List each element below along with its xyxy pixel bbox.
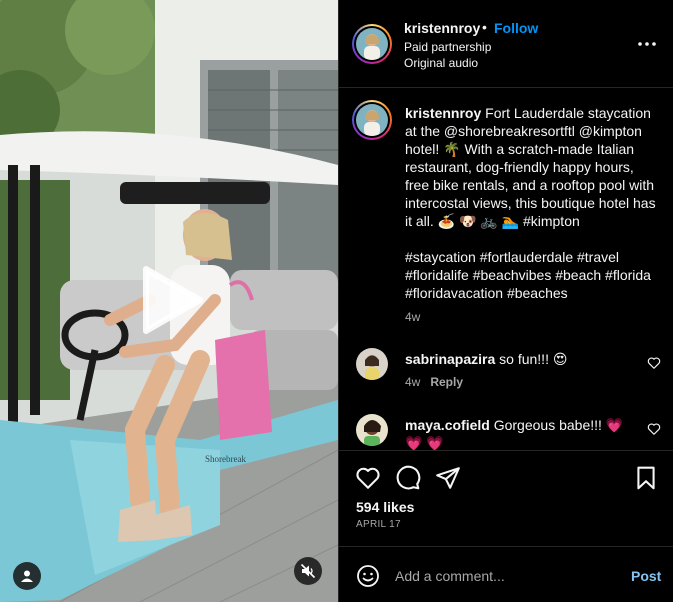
comment-icon [396,465,421,490]
audio-label[interactable]: Original audio [404,56,478,70]
author-avatar-image [356,28,388,60]
caption-username[interactable]: kristennroy [405,105,481,121]
comment-item: maya.cofield Gorgeous babe!!! 💗 💗 💗 [339,411,673,450]
muted-speaker-icon [300,563,316,579]
post-actions: 594 likes APRIL 17 [339,450,673,546]
caption-text: kristennroy Fort Lauderdale staycation a… [405,104,660,302]
play-button[interactable] [140,265,204,335]
comment-text: maya.cofield Gorgeous babe!!! 💗 💗 💗 [405,416,640,450]
cart-brand-text: Shorebreak [205,454,246,464]
paid-partnership-label[interactable]: Paid partnership [404,40,491,54]
comment-like-button[interactable] [647,356,661,370]
commenter-avatar-image [356,348,388,380]
comment-button[interactable] [395,465,421,491]
share-icon [436,467,460,489]
heart-icon [647,357,661,369]
comment-username[interactable]: maya.cofield [405,417,490,433]
comment-timestamp[interactable]: 4w [405,375,420,389]
comment-item: sabrinapazira so fun!!! 😍 4w Reply [339,345,673,395]
caption-avatar-image [356,104,388,136]
user-tag-icon [21,570,33,582]
post-details-panel: kristennroy • Follow Paid partnership Or… [338,0,673,602]
caption-hashtags[interactable]: #staycation #fortlauderdale #travel #flo… [405,249,651,301]
emoji-button[interactable] [356,564,380,588]
bookmark-icon [637,466,655,490]
mute-toggle-button[interactable] [294,557,322,585]
comment-body: so fun!!! 😍 [495,351,568,367]
comments-scroll-area[interactable]: kristennroy Fort Lauderdale staycation a… [339,89,673,450]
more-options-icon [638,42,656,46]
emoji-icon [357,565,379,587]
caption-timestamp[interactable]: 4w [405,310,420,324]
heart-icon [356,467,380,489]
post-comment-button[interactable]: Post [631,568,661,584]
comment-composer: Post [339,546,673,602]
commenter-avatar-image [356,414,388,446]
post-media[interactable]: Shorebreak [0,0,338,602]
save-button[interactable] [633,465,659,491]
comment-like-button[interactable] [647,422,661,436]
like-button[interactable] [355,465,381,491]
play-icon [143,266,203,334]
share-button[interactable] [435,465,461,491]
commenter-avatar[interactable] [356,348,388,380]
follow-button[interactable]: Follow [494,20,538,36]
comment-text: sabrinapazira so fun!!! 😍 [405,350,640,368]
comment-input[interactable] [395,564,615,588]
header-separator: • [482,19,487,35]
tagged-users-button[interactable] [13,562,41,590]
author-avatar[interactable] [352,24,392,64]
caption-avatar[interactable] [352,100,392,140]
comment-meta: 4w Reply [405,375,463,389]
author-username[interactable]: kristennroy [404,20,480,36]
more-options-button[interactable] [635,34,659,54]
commenter-avatar[interactable] [356,414,388,446]
post-date[interactable]: APRIL 17 [356,519,401,530]
reply-button[interactable]: Reply [430,375,463,389]
caption-body: Fort Lauderdale staycation at the @shore… [405,105,656,229]
post-header: kristennroy • Follow Paid partnership Or… [339,0,673,88]
comment-username[interactable]: sabrinapazira [405,351,495,367]
likes-count[interactable]: 594 likes [356,499,414,515]
heart-icon [647,423,661,435]
